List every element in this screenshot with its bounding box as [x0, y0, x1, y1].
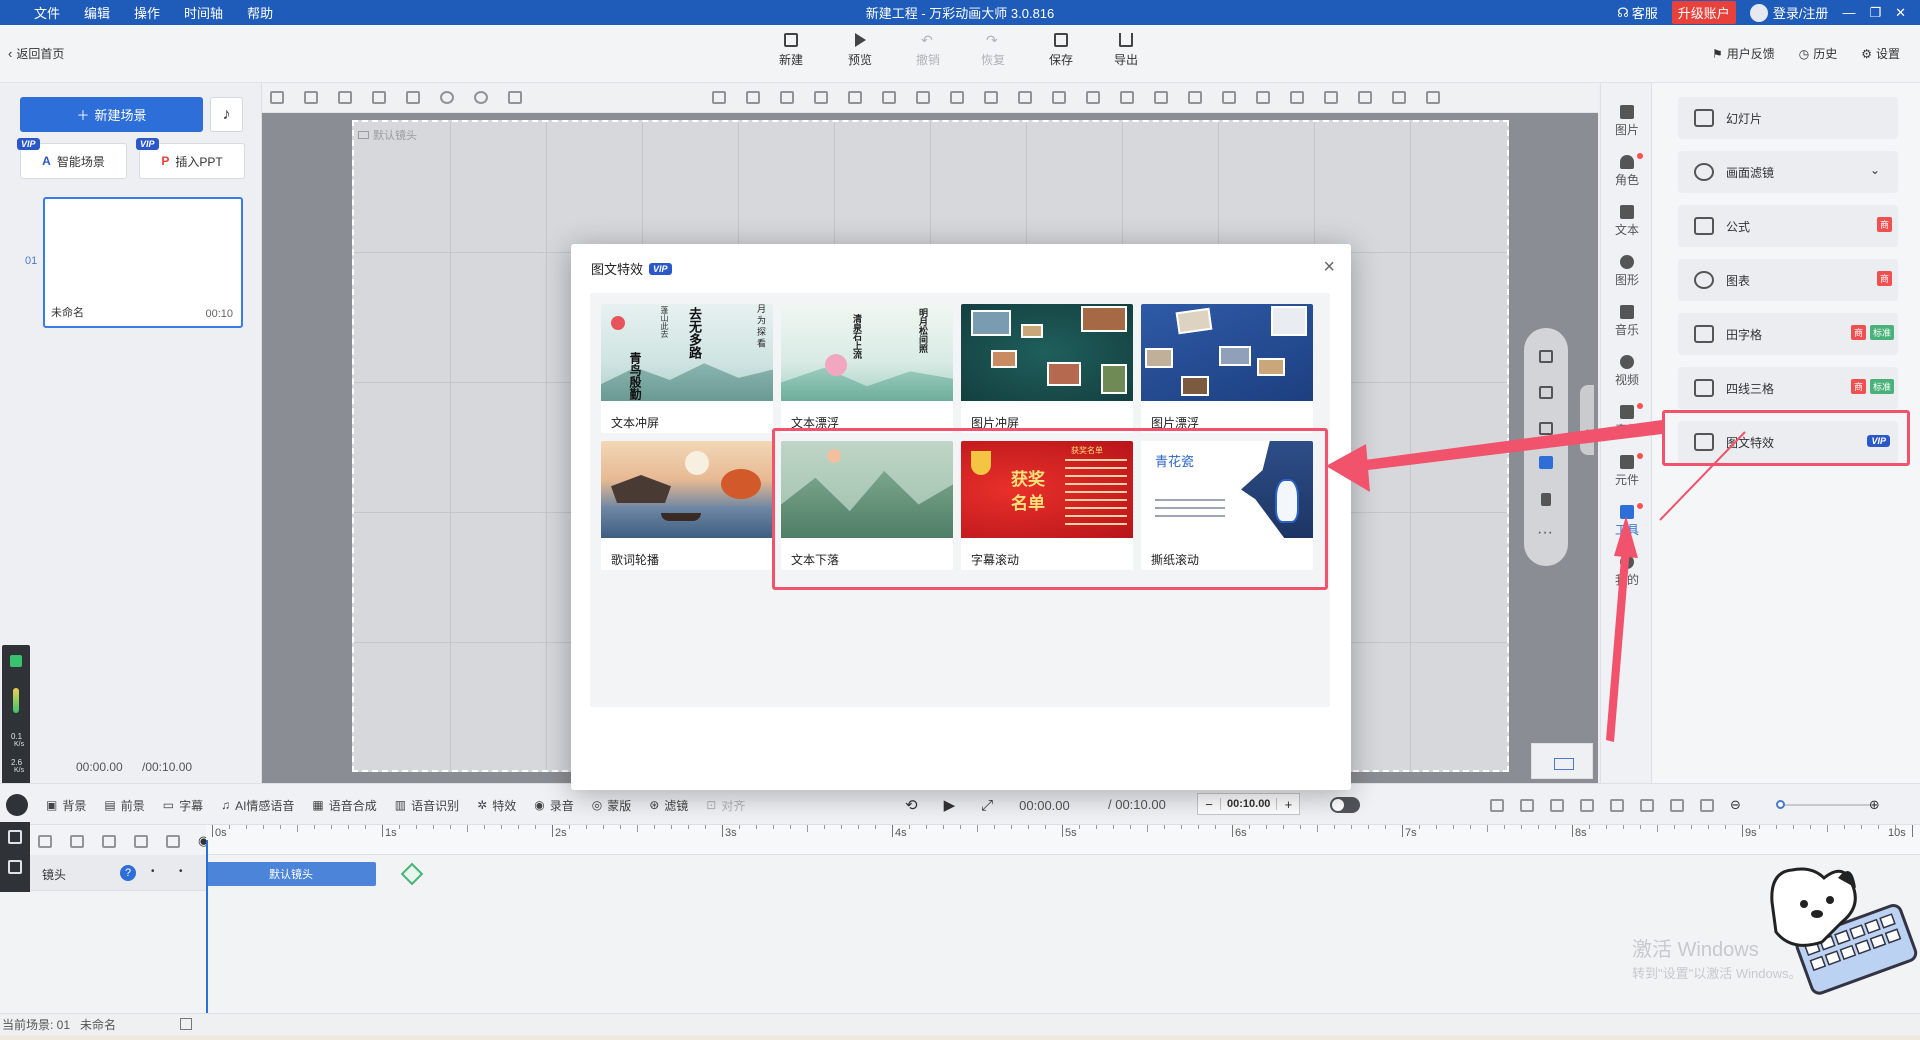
annotation-arrows: [1326, 420, 1746, 742]
arrow-shaft: [1350, 420, 1662, 472]
arrow-line: [1659, 431, 1746, 521]
arrow-head: [1614, 516, 1638, 558]
arrow-shaft: [1606, 546, 1630, 742]
arrow-head: [1326, 444, 1370, 492]
